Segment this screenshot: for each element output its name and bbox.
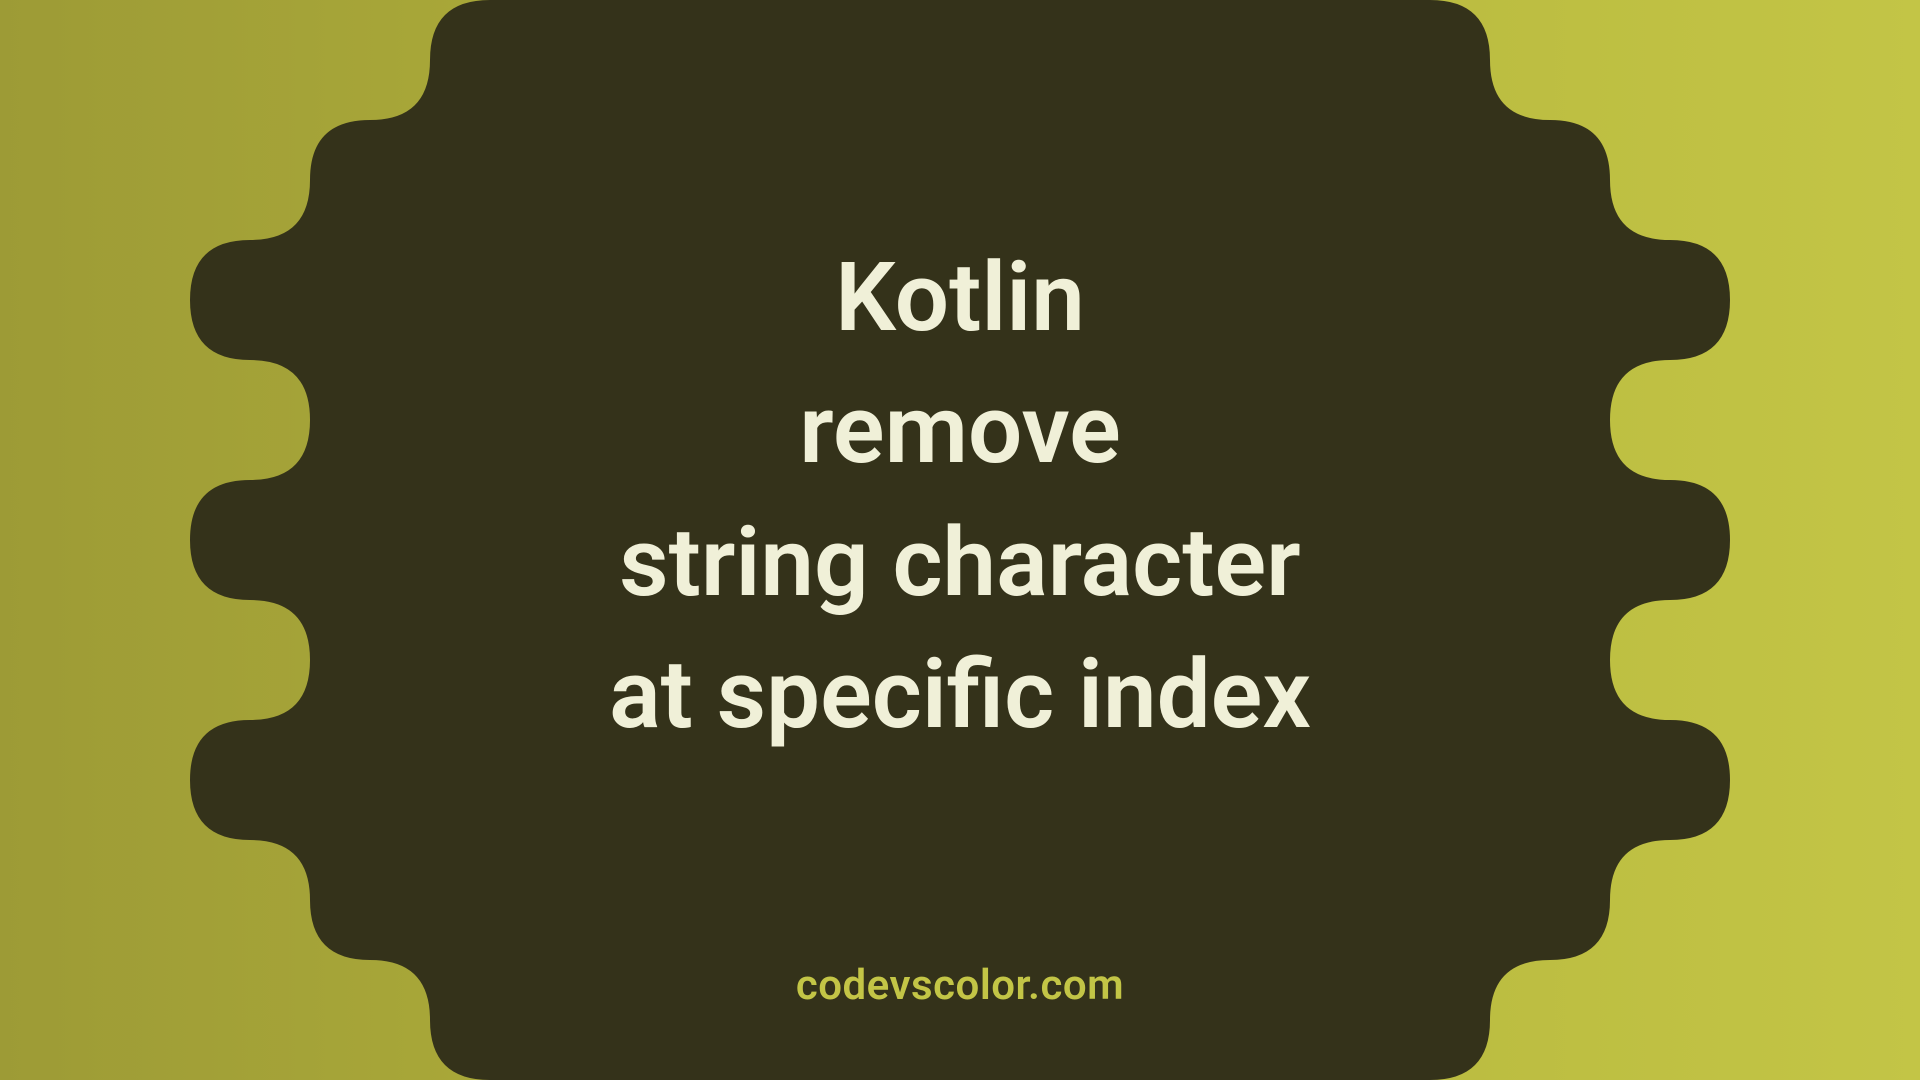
- graphic-canvas: Kotlin remove string character at specif…: [0, 0, 1920, 1080]
- graphic-title: Kotlin remove string character at specif…: [609, 232, 1311, 762]
- watermark-text: codevscolor.com: [796, 961, 1124, 1010]
